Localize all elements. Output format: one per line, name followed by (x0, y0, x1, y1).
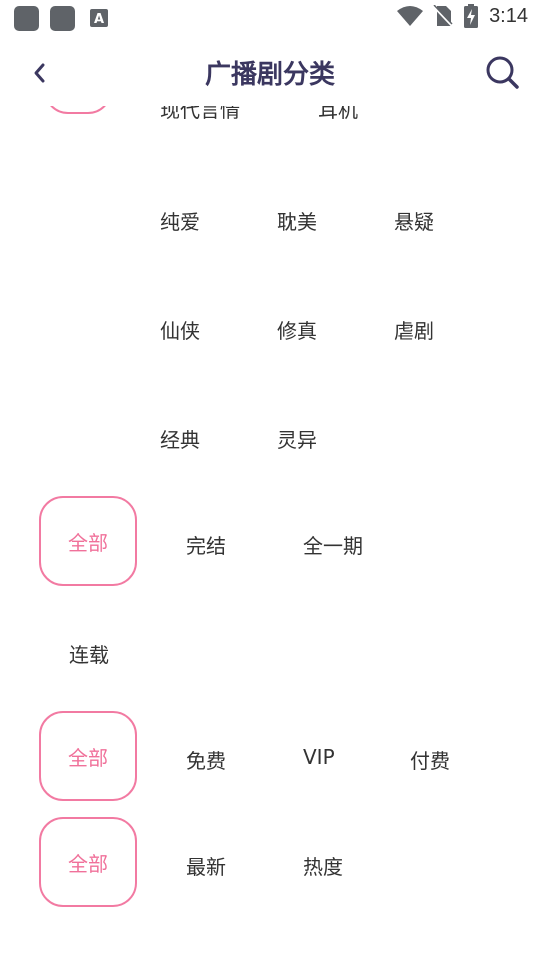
genre-all-pill[interactable] (44, 106, 112, 114)
price-option[interactable]: VIP (303, 745, 335, 769)
genre-option[interactable]: 灵异 (277, 424, 317, 453)
genre-option[interactable]: 耽美 (277, 206, 317, 235)
price-option[interactable]: 免费 (186, 745, 226, 774)
no-sim-icon (433, 5, 453, 27)
price-all-pill[interactable]: 全部 (39, 711, 137, 801)
filter-content[interactable]: 现代言情 耳机 纯爱 耽美 悬疑 仙侠 修真 虐剧 经典 灵异 全部 完结 全一… (0, 106, 540, 960)
battery-charging-icon (464, 4, 479, 28)
genre-option[interactable]: 纯爱 (160, 206, 200, 235)
header: 广播剧分类 (0, 36, 540, 106)
genre-option[interactable]: 悬疑 (394, 206, 434, 235)
sort-option[interactable]: 热度 (303, 851, 343, 880)
genre-option[interactable]: 仙侠 (160, 315, 200, 344)
wifi-icon (397, 6, 424, 26)
status-time: 3:14 (489, 4, 528, 27)
price-option[interactable]: 付费 (410, 745, 450, 774)
status-option[interactable]: 连载 (69, 639, 109, 668)
genre-option[interactable]: 经典 (160, 424, 200, 453)
search-icon (486, 56, 519, 89)
genre-option[interactable]: 现代言情 (160, 106, 240, 123)
status-option[interactable]: 完结 (186, 530, 226, 559)
genre-option[interactable]: 虐剧 (394, 315, 434, 344)
search-button[interactable] (484, 54, 520, 90)
svg-text:A: A (94, 12, 104, 27)
genre-option[interactable]: 修真 (277, 315, 317, 344)
accessibility-a-icon: A (90, 9, 108, 27)
app-notification-icon (14, 6, 39, 31)
sort-all-pill[interactable]: 全部 (39, 817, 137, 907)
status-all-pill[interactable]: 全部 (39, 496, 137, 586)
sort-option[interactable]: 最新 (186, 851, 226, 880)
genre-option[interactable]: 耳机 (318, 106, 358, 123)
status-bar: A 3:14 (0, 0, 540, 36)
status-option[interactable]: 全一期 (303, 530, 363, 559)
page-title: 广播剧分类 (204, 60, 335, 90)
app-notification-icon (50, 6, 75, 31)
